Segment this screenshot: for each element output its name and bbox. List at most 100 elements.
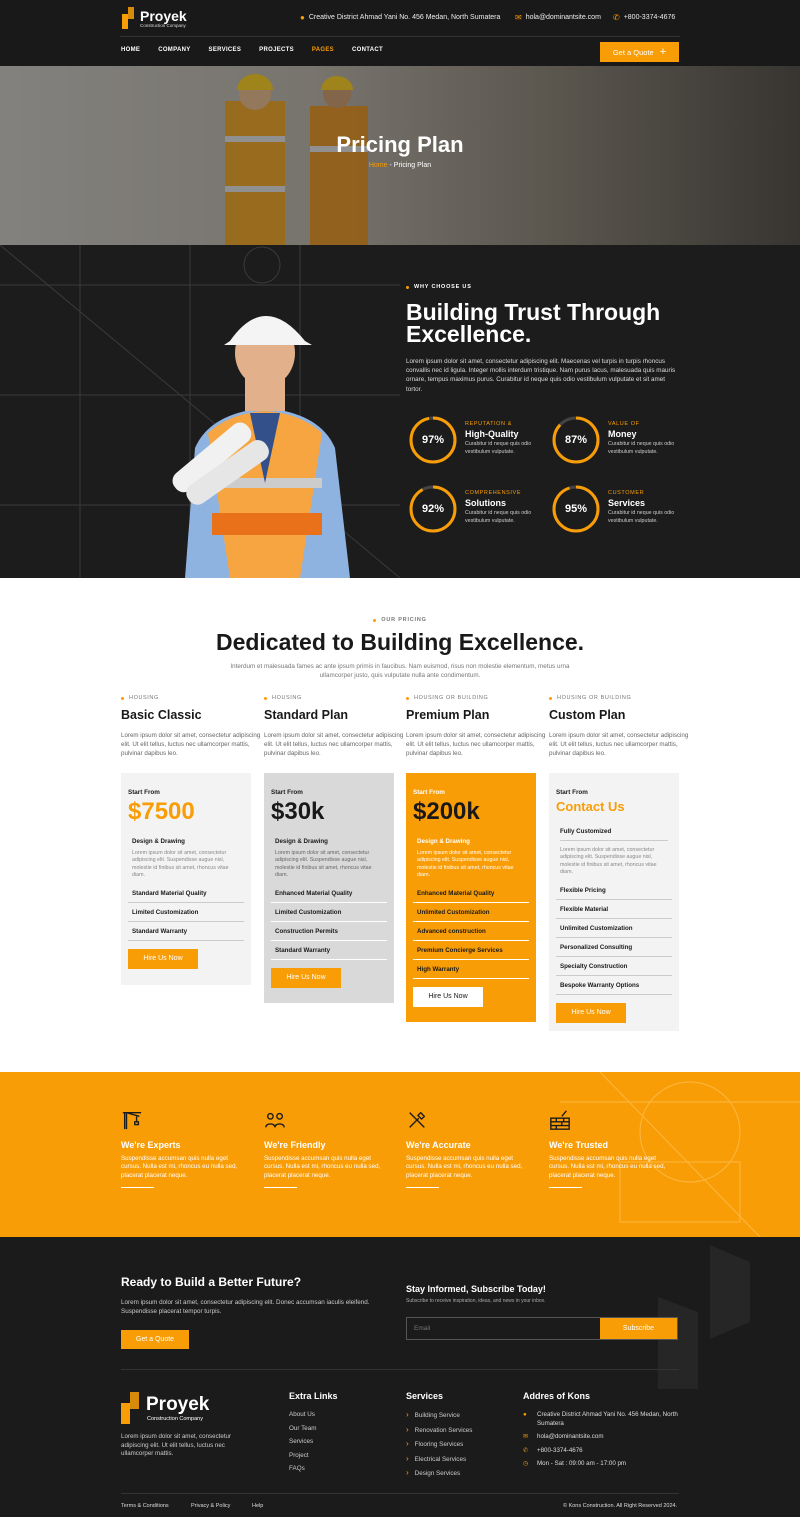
plan-standard-start: Start From bbox=[271, 789, 303, 796]
feature-experts-desc: Suspendisse accumsan quis nulla eget cur… bbox=[121, 1155, 238, 1179]
plan-custom-item: Unlimited Customization bbox=[556, 919, 672, 938]
service-link[interactable]: Building Service bbox=[406, 1408, 472, 1423]
stat-money-desc: Curabitur id neque quis odio vestibulum … bbox=[608, 441, 675, 455]
footer-address: ● Creative District Ahmad Yani No. 456 Me… bbox=[523, 1411, 683, 1428]
site-footer: Ready to Build a Better Future? Lorem ip… bbox=[0, 1237, 800, 1517]
stat-quality: 97% REPUTATION & High-Quality Curabitur … bbox=[408, 415, 538, 465]
plan-header-premium: HOUSING OR BUILDING Premium Plan Lorem i… bbox=[406, 695, 546, 758]
plan-premium-start: Start From bbox=[413, 789, 445, 796]
plan-standard-desc: Lorem ipsum dolor sit amet, consectetur … bbox=[264, 732, 404, 757]
stat-solutions-title: Solutions bbox=[465, 498, 506, 508]
plan-basic-item: Standard Material Quality bbox=[128, 884, 244, 903]
header-email-text[interactable]: hola@dominantsite.com bbox=[526, 14, 601, 21]
service-link[interactable]: Electrical Services bbox=[406, 1452, 472, 1467]
plan-custom-item: Flexible Pricing bbox=[556, 881, 672, 900]
footer-brand-tagline: Construction Company bbox=[147, 1416, 203, 1422]
stat-solutions-value: 92% bbox=[421, 503, 445, 515]
plan-header-custom: HOUSING OR BUILDING Custom Plan Lorem ip… bbox=[549, 695, 689, 758]
stat-services-value: 95% bbox=[564, 503, 588, 515]
header-email[interactable]: ✉ hola@dominantsite.com bbox=[515, 13, 601, 22]
terms-link[interactable]: Terms & Conditions bbox=[121, 1503, 169, 1509]
breadcrumb-home[interactable]: Home bbox=[369, 162, 388, 169]
plan-custom-hire-button[interactable]: Hire Us Now bbox=[556, 1002, 626, 1023]
plan-standard-item: Limited Customization bbox=[271, 903, 387, 922]
stat-solutions-kicker: COMPREHENSIVE bbox=[465, 490, 522, 496]
engineer-photo bbox=[172, 316, 350, 578]
stat-solutions-desc: Curabitur id neque quis odio vestibulum … bbox=[465, 510, 532, 524]
brand-name: Proyek bbox=[140, 7, 187, 24]
pricing-tag: OUR PRICING bbox=[373, 617, 426, 623]
stat-services-desc: Curabitur id neque quis odio vestibulum … bbox=[608, 510, 675, 524]
header-phone-text[interactable]: +800-3374-4676 bbox=[624, 14, 676, 21]
footer-logo[interactable]: Proyek Construction Company bbox=[121, 1392, 209, 1424]
service-link[interactable]: Renovation Services bbox=[406, 1423, 473, 1438]
plan-premium-item: High Warranty bbox=[413, 960, 529, 979]
footer-hours-text: Mon - Sat : 09:00 am - 17:00 pm bbox=[537, 1460, 627, 1467]
email-input[interactable] bbox=[407, 1318, 600, 1339]
team-icon bbox=[265, 1112, 285, 1128]
plan-basic-hire-button[interactable]: Hire Us Now bbox=[128, 948, 198, 969]
privacy-link[interactable]: Privacy & Policy bbox=[191, 1503, 230, 1509]
footer-link[interactable]: FAQs bbox=[289, 1462, 317, 1476]
plan-custom-feature-desc: Lorem ipsum dolor sit amet, consectetur … bbox=[560, 840, 668, 877]
feature-divider bbox=[549, 1187, 582, 1189]
feature-friendly: We're Friendly Suspendisse accumsan quis… bbox=[264, 1109, 389, 1189]
plan-standard-hire-button[interactable]: Hire Us Now bbox=[271, 967, 341, 988]
footer-email-text[interactable]: hola@dominantsite.com bbox=[537, 1433, 603, 1442]
service-link[interactable]: Design Services bbox=[406, 1466, 472, 1481]
plan-basic-name: Basic Classic bbox=[121, 708, 202, 722]
get-quote-button[interactable]: Get a Quote + bbox=[600, 42, 679, 62]
phone-icon: ✆ bbox=[613, 13, 620, 22]
nav-contact[interactable]: CONTACT bbox=[352, 47, 383, 53]
feature-accurate-title: We're Accurate bbox=[406, 1140, 471, 1150]
breadcrumb: Home - Pricing Plan bbox=[0, 162, 800, 169]
nav-home[interactable]: HOME bbox=[121, 47, 140, 53]
stat-services-title: Services bbox=[608, 498, 646, 508]
stat-services-kicker: CUSTOMER bbox=[608, 490, 645, 496]
subscribe-desc: Subscribe to receive inspiration, ideas,… bbox=[406, 1298, 546, 1304]
site-header: Proyek Construction Company ● Creative D… bbox=[0, 0, 800, 66]
footer-divider bbox=[121, 1369, 679, 1370]
footer-get-quote-button[interactable]: Get a Quote bbox=[121, 1330, 189, 1349]
feature-friendly-title: We're Friendly bbox=[264, 1140, 326, 1150]
stat-quality-desc: Curabitur id neque quis odio vestibulum … bbox=[465, 441, 532, 455]
brick-wall-icon bbox=[550, 1110, 570, 1130]
plan-basic-start: Start From bbox=[128, 789, 160, 796]
header-phone[interactable]: ✆ +800-3374-4676 bbox=[613, 13, 675, 22]
brand-logo[interactable]: Proyek Construction Company bbox=[122, 7, 187, 29]
plan-standard-item: Enhanced Material Quality bbox=[271, 884, 387, 903]
nav-services[interactable]: SERVICES bbox=[209, 47, 242, 53]
plan-premium-hire-button[interactable]: Hire Us Now bbox=[413, 986, 483, 1007]
plan-basic-feature-desc: Lorem ipsum dolor sit amet, consectetur … bbox=[132, 850, 229, 879]
plan-premium-feature-desc: Lorem ipsum dolor sit amet, consectetur … bbox=[417, 850, 514, 879]
mail-icon: ✉ bbox=[523, 1433, 529, 1440]
help-link[interactable]: Help bbox=[252, 1503, 263, 1509]
footer-brand-desc: Lorem ipsum dolor sit amet, consectetur … bbox=[121, 1433, 232, 1457]
footer-link[interactable]: Project bbox=[289, 1449, 317, 1463]
nav-company[interactable]: COMPANY bbox=[158, 47, 190, 53]
feature-accurate-desc: Suspendisse accumsan quis nulla eget cur… bbox=[406, 1155, 523, 1179]
plan-premium-item: Advanced construction bbox=[413, 922, 529, 941]
footer-email[interactable]: ✉ hola@dominantsite.com bbox=[523, 1433, 683, 1442]
feature-friendly-desc: Suspendisse accumsan quis nulla eget cur… bbox=[264, 1155, 381, 1179]
address-title: Addres of Kons bbox=[523, 1391, 591, 1401]
plan-card-custom: Start From Contact Us Fully Customized L… bbox=[549, 773, 679, 1031]
plan-basic-item: Limited Customization bbox=[128, 903, 244, 922]
footer-phone-text[interactable]: +800-3374-4676 bbox=[537, 1447, 583, 1456]
plan-basic-price: $7500 bbox=[128, 798, 195, 825]
page-title: Pricing Plan bbox=[336, 132, 464, 157]
pricing-section: OUR PRICING Dedicated to Building Excell… bbox=[0, 578, 800, 1072]
footer-link[interactable]: About Us bbox=[289, 1408, 317, 1422]
footer-link[interactable]: Our Team bbox=[289, 1422, 317, 1436]
service-link[interactable]: Flooring Services bbox=[406, 1437, 472, 1452]
plan-header-basic: HOUSING Basic Classic Lorem ipsum dolor … bbox=[121, 695, 261, 758]
plan-custom-item: Personalized Consulting bbox=[556, 938, 672, 957]
footer-phone[interactable]: ✆ +800-3374-4676 bbox=[523, 1447, 683, 1456]
footer-bottom-divider bbox=[121, 1493, 679, 1494]
nav-pages[interactable]: PAGES bbox=[312, 47, 334, 53]
nav-projects[interactable]: PROJECTS bbox=[259, 47, 294, 53]
stat-money-title: Money bbox=[608, 429, 637, 439]
subscribe-button[interactable]: Subscribe bbox=[600, 1318, 677, 1339]
plan-standard-feature-title: Design & Drawing bbox=[275, 838, 328, 845]
footer-link[interactable]: Services bbox=[289, 1435, 317, 1449]
